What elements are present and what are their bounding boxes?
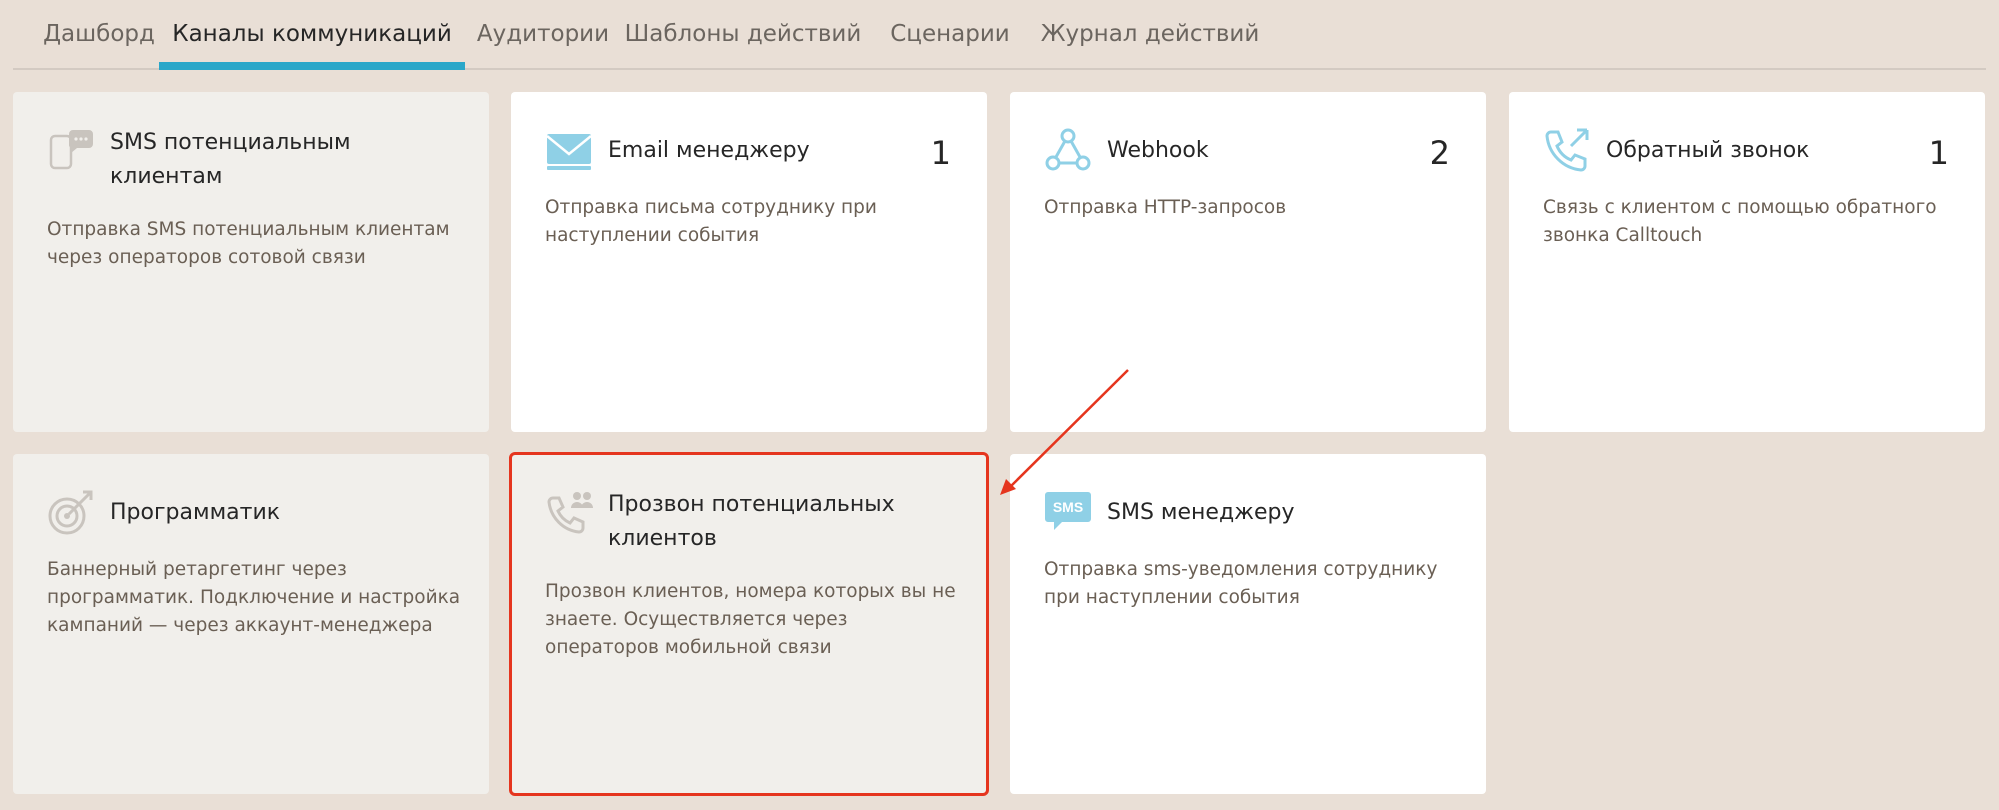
channel-card-webhook[interactable]: Webhook 2 Отправка HTTP-запросов — [1010, 92, 1486, 432]
card-description: Отправка HTTP-запросов — [1044, 197, 1287, 218]
target-icon — [48, 490, 93, 535]
sms-badge-label: SMS — [1053, 499, 1083, 515]
tab-action-log[interactable]: Журнал действий — [1041, 0, 1260, 68]
card-description: Отправка письма сотруднику при наступлен… — [545, 197, 877, 246]
card-title: SMS потенциальным клиентам — [110, 130, 351, 189]
phone-people-icon — [547, 492, 593, 534]
channel-card-callback[interactable]: Обратный звонок 1 Связь с клиентом с пом… — [1509, 92, 1985, 432]
tab-communication-channels[interactable]: Каналы коммуникаций — [159, 0, 465, 70]
card-description: Отправка SMS потенциальным клиентам чере… — [47, 219, 450, 268]
card-title: Email менеджеру — [608, 138, 810, 163]
tab-scenarios[interactable]: Сценарии — [889, 0, 1011, 68]
card-description: Баннерный ретаргетинг через программатик… — [47, 559, 461, 636]
tab-action-templates[interactable]: Шаблоны действий — [625, 0, 862, 68]
email-icon — [546, 134, 592, 170]
webhook-icon — [1045, 128, 1091, 171]
card-description: Связь с клиентом с помощью обратного зво… — [1543, 197, 1937, 246]
callback-phone-icon — [1545, 128, 1589, 172]
card-count: 1 — [930, 134, 951, 172]
card-title: Обратный звонок — [1606, 138, 1810, 163]
tab-bar: Дашборд Каналы коммуникаций Аудитории Ша… — [13, 0, 1986, 70]
sms-badge-icon: SMS — [1045, 492, 1091, 530]
card-description: Прозвон клиентов, номера которых вы не з… — [545, 581, 956, 658]
card-title: Прозвон потенциальных клиентов — [608, 492, 895, 551]
channel-card-sms-clients[interactable]: SMS потенциальным клиентам Отправка SMS … — [13, 92, 489, 432]
channel-card-programmatic[interactable]: Программатик Баннерный ретаргетинг через… — [13, 454, 489, 794]
card-description: Отправка sms-уведомления сотруднику при … — [1044, 559, 1438, 608]
card-count: 2 — [1429, 134, 1450, 172]
card-title: Webhook — [1107, 138, 1209, 163]
channel-card-email-manager[interactable]: Email менеджеру 1 Отправка письма сотруд… — [511, 92, 987, 432]
card-title: SMS менеджеру — [1107, 500, 1295, 525]
card-count: 1 — [1928, 134, 1949, 172]
sms-bubble-icon — [49, 130, 93, 170]
tab-dashboard[interactable]: Дашборд — [35, 0, 163, 68]
channel-card-sms-manager[interactable]: SMS SMS менеджеру Отправка sms-уведомлен… — [1010, 454, 1486, 794]
card-title: Программатик — [110, 500, 281, 525]
channel-card-cold-calling[interactable]: Прозвон потенциальных клиентов Прозвон к… — [509, 452, 989, 796]
tab-audiences[interactable]: Аудитории — [473, 0, 613, 68]
